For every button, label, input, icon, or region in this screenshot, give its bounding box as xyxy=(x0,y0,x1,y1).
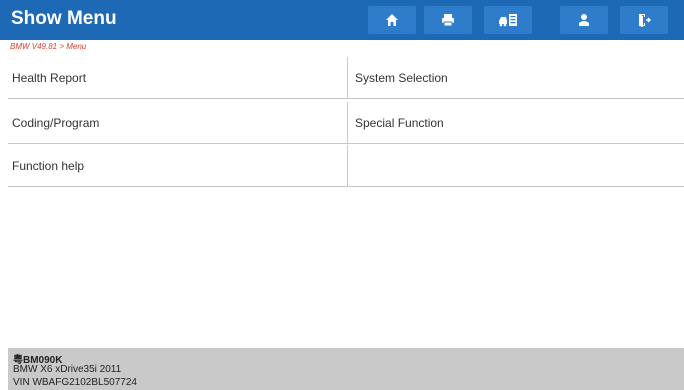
print-icon xyxy=(442,14,454,27)
exit-icon xyxy=(639,14,651,27)
left-margin xyxy=(0,56,8,390)
exit-button[interactable] xyxy=(620,6,668,34)
menu-item-special-function[interactable]: Special Function xyxy=(349,102,684,143)
breadcrumb-bar: BMW V49.81 > Menu xyxy=(0,40,684,56)
menu-row: Health Report System Selection xyxy=(8,57,684,99)
vehicle-info-button[interactable] xyxy=(484,6,532,34)
breadcrumb: BMW V49.81 > Menu xyxy=(10,42,87,51)
menu-item-system-selection[interactable]: System Selection xyxy=(349,57,684,98)
menu-row: Coding/Program Special Function xyxy=(8,102,684,144)
top-bar: Show Menu xyxy=(0,0,684,40)
menu-item-empty xyxy=(349,145,684,186)
user-icon xyxy=(579,14,589,26)
vehicle-model: BMW X6 xDrive35i 2011 xyxy=(13,364,122,375)
menu-row: Function help xyxy=(8,145,684,187)
vehicle-info-panel: 粤BM090K BMW X6 xDrive35i 2011 VIN WBAFG2… xyxy=(8,348,684,390)
vehicle-info-icon xyxy=(499,14,517,27)
home-button[interactable] xyxy=(368,6,416,34)
print-button[interactable] xyxy=(424,6,472,34)
menu-item-health-report[interactable]: Health Report xyxy=(8,57,348,98)
page-title: Show Menu xyxy=(11,8,117,29)
vin-number: VIN WBAFG2102BL507724 xyxy=(13,377,137,388)
user-button[interactable] xyxy=(560,6,608,34)
menu-item-function-help[interactable]: Function help xyxy=(8,145,348,186)
menu-item-coding-program[interactable]: Coding/Program xyxy=(8,102,348,143)
home-icon xyxy=(386,14,398,26)
